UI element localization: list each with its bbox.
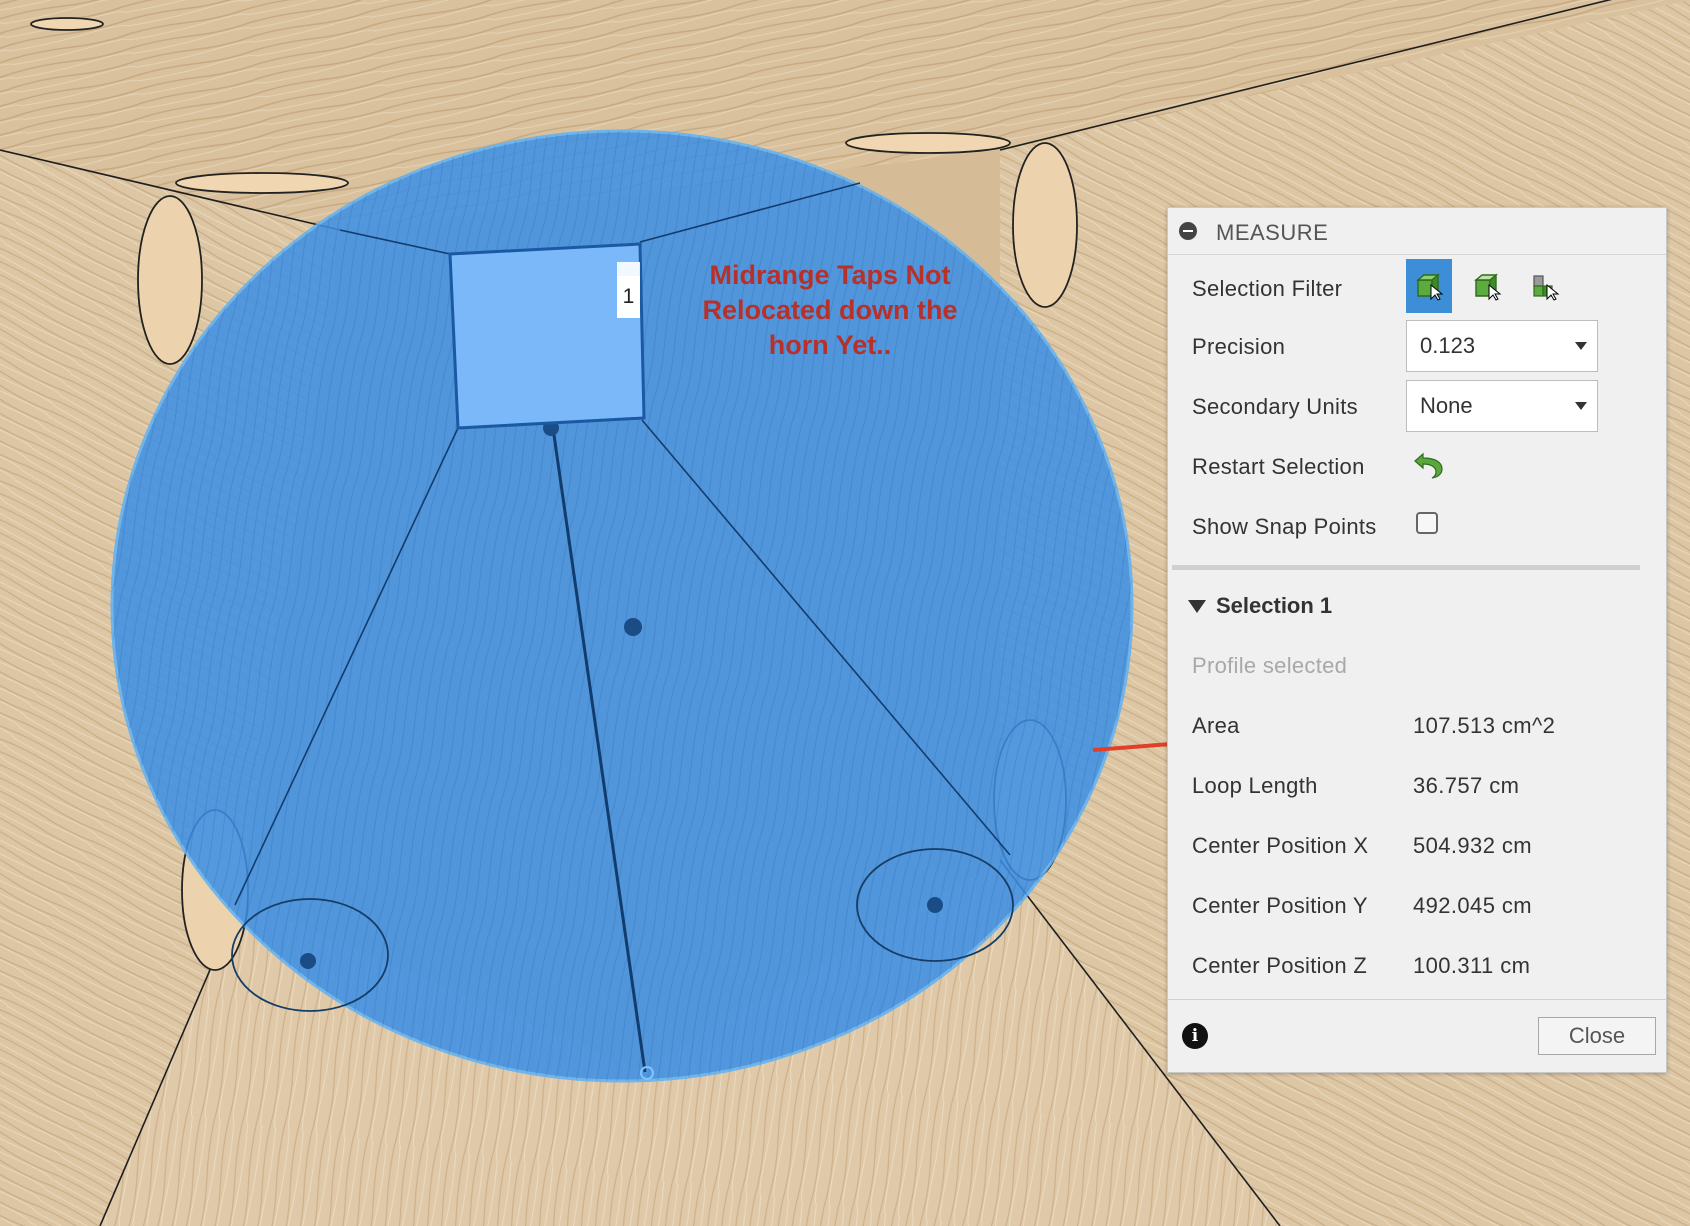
- edge-filter-icon: [1533, 275, 1560, 301]
- restart-selection-label: Restart Selection: [1192, 454, 1365, 479]
- center-y-value: 492.045 cm: [1413, 893, 1532, 918]
- selected-face[interactable]: [448, 242, 646, 430]
- restart-selection-button[interactable]: [1411, 448, 1447, 482]
- annotation-note: Midrange Taps Not Relocated down the horn …: [702, 260, 958, 360]
- precision-value: 0.123: [1420, 333, 1476, 358]
- chevron-down-icon: [1575, 342, 1587, 350]
- collapse-icon[interactable]: [1179, 222, 1197, 240]
- panel-header: MEASURE: [1168, 208, 1666, 255]
- face-filter-icon: [1474, 273, 1502, 301]
- filter-face-button[interactable]: [1464, 259, 1510, 313]
- panel-title: MEASURE: [1216, 220, 1329, 245]
- selection-section-title[interactable]: Selection 1: [1216, 593, 1332, 619]
- center-x-label: Center Position X: [1192, 833, 1369, 858]
- triangle-down-icon[interactable]: [1188, 600, 1206, 613]
- loop-length-value: 36.757 cm: [1413, 773, 1520, 798]
- body-filter-icon: [1416, 273, 1444, 301]
- center-z-value: 100.311 cm: [1413, 953, 1531, 978]
- area-label: Area: [1192, 713, 1240, 738]
- selection-marker-label: 1: [617, 276, 640, 318]
- center-y-label: Center Position Y: [1192, 893, 1368, 918]
- undo-arrow-icon: [1414, 452, 1443, 479]
- selection-filter-label: Selection Filter: [1192, 276, 1343, 301]
- area-value: 107.513 cm^2: [1413, 713, 1556, 738]
- show-snap-points-label: Show Snap Points: [1192, 514, 1377, 539]
- secondary-units-dropdown[interactable]: None: [1406, 380, 1598, 432]
- filter-body-button[interactable]: [1406, 259, 1452, 313]
- measure-panel: MEASURE Selection Filter Precision 0.123: [1167, 207, 1667, 1073]
- secondary-units-value: None: [1420, 393, 1473, 418]
- precision-label: Precision: [1192, 334, 1286, 359]
- info-icon[interactable]: i: [1182, 1023, 1208, 1049]
- filter-edge-button[interactable]: [1522, 259, 1568, 313]
- loop-length-label: Loop Length: [1192, 773, 1318, 798]
- center-x-value: 504.932 cm: [1413, 833, 1532, 858]
- selection-status: Profile selected: [1192, 653, 1348, 678]
- panel-footer: i Close: [1168, 999, 1666, 1072]
- precision-dropdown[interactable]: 0.123: [1406, 320, 1598, 372]
- secondary-units-label: Secondary Units: [1192, 394, 1358, 419]
- chevron-down-icon: [1575, 402, 1587, 410]
- show-snap-points-checkbox[interactable]: [1416, 512, 1438, 534]
- center-z-label: Center Position Z: [1192, 953, 1368, 978]
- close-button[interactable]: Close: [1538, 1017, 1656, 1055]
- panel-divider: [1172, 565, 1640, 570]
